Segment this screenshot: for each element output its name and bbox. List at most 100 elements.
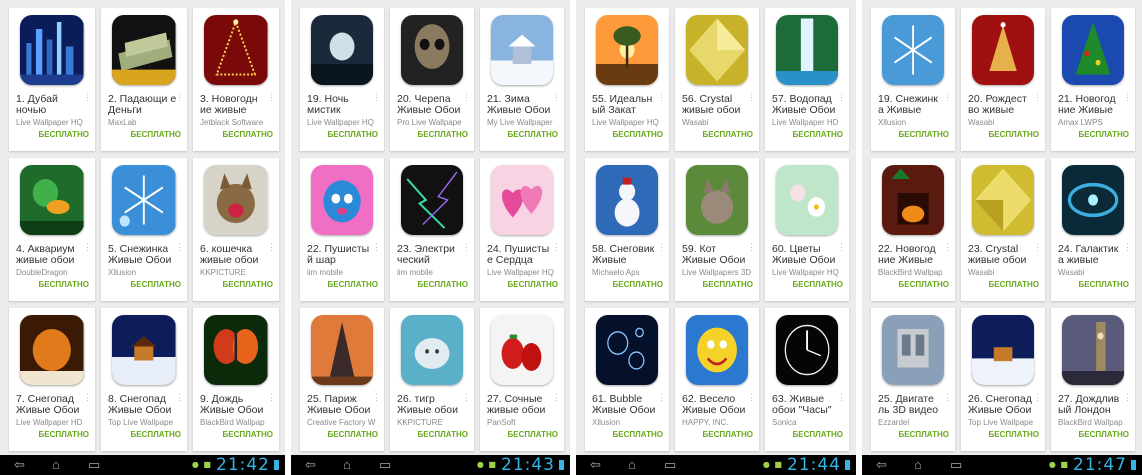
- app-card[interactable]: ⋮ 26. тигр Живые обои KKPICTURE БЕСПЛАТНО: [390, 308, 474, 451]
- snowman-icon[interactable]: [595, 165, 659, 235]
- app-card[interactable]: ⋮ 62. Весело Живые Обои HAPPY, INC. БЕСПЛАТ…: [675, 308, 759, 451]
- app-card[interactable]: ⋮ 4. Аквариум живые обои DoubleDragon БЕСПЛ…: [9, 158, 95, 301]
- app-card[interactable]: ⋮ 63. Живые обои "Часы" Sonica БЕСПЛАТНО: [765, 308, 849, 451]
- engine-icon[interactable]: [881, 315, 945, 385]
- app-card[interactable]: ⋮ 2. Падающи е Деньги MaxLab БЕСПЛАТНО: [101, 8, 187, 151]
- app-title[interactable]: 19. Снежинк а Живые: [878, 94, 946, 118]
- app-card[interactable]: ⋮ 59. Кот Живые Обои Live Wallpapers 3D БЕС…: [675, 158, 759, 301]
- app-card[interactable]: ⋮ 61. Bubble Живые Обои Xllusion БЕСПЛАТНО: [585, 308, 669, 451]
- app-title[interactable]: 26. Снегопад Живые Обои: [968, 394, 1036, 418]
- money-icon[interactable]: [112, 15, 176, 85]
- skull-icon[interactable]: [400, 15, 464, 85]
- snow-house-2-icon[interactable]: [971, 315, 1035, 385]
- app-title[interactable]: 55. Идеальн ый Закат: [592, 94, 660, 118]
- kitten-icon[interactable]: [204, 165, 268, 235]
- app-card[interactable]: ⋮ 56. Crystal живые обои Wasabi БЕСПЛАТНО: [675, 8, 759, 151]
- electric-icon[interactable]: [400, 165, 464, 235]
- snow-house-icon[interactable]: [112, 315, 176, 385]
- app-card[interactable]: ⋮ 22. Новогод ние Живые BlackBird Wallpap Б…: [871, 158, 955, 301]
- app-title[interactable]: 6. кошечка живые обои: [200, 244, 270, 268]
- app-card[interactable]: ⋮ 24. Галактик а живые Wasabi БЕСПЛАТНО: [1051, 158, 1135, 301]
- mystic-moon-icon[interactable]: [310, 15, 374, 85]
- christmas-tree-icon[interactable]: [204, 15, 268, 85]
- app-title[interactable]: 24. Галактик а живые: [1058, 244, 1126, 268]
- app-title[interactable]: 62. Весело Живые Обои: [682, 394, 750, 418]
- app-title[interactable]: 9. Дождь Живые Обои: [200, 394, 270, 418]
- clock-icon[interactable]: [775, 315, 839, 385]
- app-title[interactable]: 1. Дубай ночью: [16, 94, 86, 118]
- app-title[interactable]: 63. Живые обои "Часы": [772, 394, 840, 418]
- app-card[interactable]: ⋮ 25. Двигате ль 3D видео Ezzardel БЕСПЛАТН…: [871, 308, 955, 451]
- app-card[interactable]: ⋮ 9. Дождь Живые Обои BlackBird Wallpap БЕС…: [193, 308, 279, 451]
- city-night-icon[interactable]: [20, 15, 84, 85]
- crystal-icon[interactable]: [685, 15, 749, 85]
- app-title[interactable]: 61. Bubble Живые Обои: [592, 394, 660, 418]
- app-card[interactable]: ⋮ 23. Crystal живые обои Wasabi БЕСПЛАТНО: [961, 158, 1045, 301]
- app-card[interactable]: ⋮ 8. Снегопад Живые Обои Top Live Wallpape…: [101, 308, 187, 451]
- app-title[interactable]: 2. Падающи е Деньги: [108, 94, 178, 118]
- app-card[interactable]: ⋮ 27. Сочные живые обои PanSoft БЕСПЛАТНО: [480, 308, 564, 451]
- app-title[interactable]: 3. Новогодн ие живые: [200, 94, 270, 118]
- recent-apps-icon[interactable]: ▭: [379, 458, 391, 472]
- app-title[interactable]: 59. Кот Живые Обои: [682, 244, 750, 268]
- app-title[interactable]: 56. Crystal живые обои: [682, 94, 750, 118]
- back-icon[interactable]: ⇦: [305, 458, 316, 472]
- app-card[interactable]: ⋮ 23. Электри ческий iim mobile БЕСПЛАТНО: [390, 158, 474, 301]
- app-title[interactable]: 19. Ночь мистик: [307, 94, 375, 118]
- app-title[interactable]: 8. Снегопад Живые Обои: [108, 394, 178, 418]
- app-title[interactable]: 27. Сочные живые обои: [487, 394, 555, 418]
- app-card[interactable]: ⋮ 21. Зима Живые Обои My Live Wallpaper БЕС…: [480, 8, 564, 151]
- app-card[interactable]: ⋮ 20. Черепа Живые Обои Pro Live Wallpape Б…: [390, 8, 474, 151]
- app-card[interactable]: ⋮ 1. Дубай ночью Live Wallpaper HQ БЕСПЛАТН…: [9, 8, 95, 151]
- app-title[interactable]: 20. Рождест во живые: [968, 94, 1036, 118]
- app-card[interactable]: ⋮ 57. Водопад Живые Обои Live Wallpaper HD…: [765, 8, 849, 151]
- app-title[interactable]: 21. Новогод ние Живые: [1058, 94, 1126, 118]
- app-title[interactable]: 22. Пушисты й шар: [307, 244, 375, 268]
- smiley-icon[interactable]: [685, 315, 749, 385]
- app-title[interactable]: 58. Снеговик Живые: [592, 244, 660, 268]
- app-title[interactable]: 4. Аквариум живые обои: [16, 244, 86, 268]
- app-card[interactable]: ⋮ 19. Снежинк а Живые Xllusion БЕСПЛАТНО: [871, 8, 955, 151]
- fluffy-ball-icon[interactable]: [310, 165, 374, 235]
- recent-apps-icon[interactable]: ▭: [88, 458, 100, 472]
- cat-icon[interactable]: [685, 165, 749, 235]
- back-icon[interactable]: ⇦: [590, 458, 601, 472]
- waterfall-icon[interactable]: [775, 15, 839, 85]
- app-title[interactable]: 5. Снежинка Живые Обои: [108, 244, 178, 268]
- app-card[interactable]: ⋮ 22. Пушисты й шар iim mobile БЕСПЛАТНО: [300, 158, 384, 301]
- app-title[interactable]: 23. Crystal живые обои: [968, 244, 1036, 268]
- app-title[interactable]: 23. Электри ческий: [397, 244, 465, 268]
- app-card[interactable]: ⋮ 6. кошечка живые обои KKPICTURE БЕСПЛАТНО: [193, 158, 279, 301]
- snowfall-window-icon[interactable]: [20, 315, 84, 385]
- back-icon[interactable]: ⇦: [876, 458, 887, 472]
- app-title[interactable]: 60. Цветы Живые Обои: [772, 244, 840, 268]
- app-card[interactable]: ⋮ 60. Цветы Живые Обои Live Wallpaper HQ БЕ…: [765, 158, 849, 301]
- recent-apps-icon[interactable]: ▭: [664, 458, 676, 472]
- app-card[interactable]: ⋮ 19. Ночь мистик Live Wallpaper HQ БЕСПЛАТ…: [300, 8, 384, 151]
- galaxy-icon[interactable]: [1061, 165, 1125, 235]
- app-card[interactable]: ⋮ 24. Пушисты е Сердца Live Wallpaper HQ БЕ…: [480, 158, 564, 301]
- butterfly-icon[interactable]: [204, 315, 268, 385]
- app-title[interactable]: 22. Новогод ние Живые: [878, 244, 946, 268]
- home-icon[interactable]: ⌂: [628, 458, 636, 472]
- snowflake-icon[interactable]: [112, 165, 176, 235]
- app-title[interactable]: 25. Двигате ль 3D видео: [878, 394, 946, 418]
- app-card[interactable]: ⋮ 3. Новогодн ие живые Jetblack Software БЕ…: [193, 8, 279, 151]
- tiger-icon[interactable]: [400, 315, 464, 385]
- winter-house-icon[interactable]: [490, 15, 554, 85]
- app-title[interactable]: 20. Черепа Живые Обои: [397, 94, 465, 118]
- app-card[interactable]: ⋮ 55. Идеальн ый Закат Live Wallpaper HQ БЕ…: [585, 8, 669, 151]
- sunset-icon[interactable]: [595, 15, 659, 85]
- app-card[interactable]: ⋮ 58. Снеговик Живые Michaelo Aps БЕСПЛАТНО: [585, 158, 669, 301]
- app-card[interactable]: ⋮ 26. Снегопад Живые Обои Top Live Wallpap…: [961, 308, 1045, 451]
- home-icon[interactable]: ⌂: [914, 458, 922, 472]
- london-icon[interactable]: [1061, 315, 1125, 385]
- app-title[interactable]: 57. Водопад Живые Обои: [772, 94, 840, 118]
- fireplace-icon[interactable]: [881, 165, 945, 235]
- flowers-icon[interactable]: [775, 165, 839, 235]
- app-card[interactable]: ⋮ 25. Париж Живые Обои Creative Factory WБ…: [300, 308, 384, 451]
- app-card[interactable]: ⋮ 27. Дождлив ый Лондон BlackBird Wallpap Б…: [1051, 308, 1135, 451]
- aquarium-icon[interactable]: [20, 165, 84, 235]
- crystal-2-icon[interactable]: [971, 165, 1035, 235]
- app-card[interactable]: ⋮ 7. Снегопад Живые Обои Live Wallpaper HD…: [9, 308, 95, 451]
